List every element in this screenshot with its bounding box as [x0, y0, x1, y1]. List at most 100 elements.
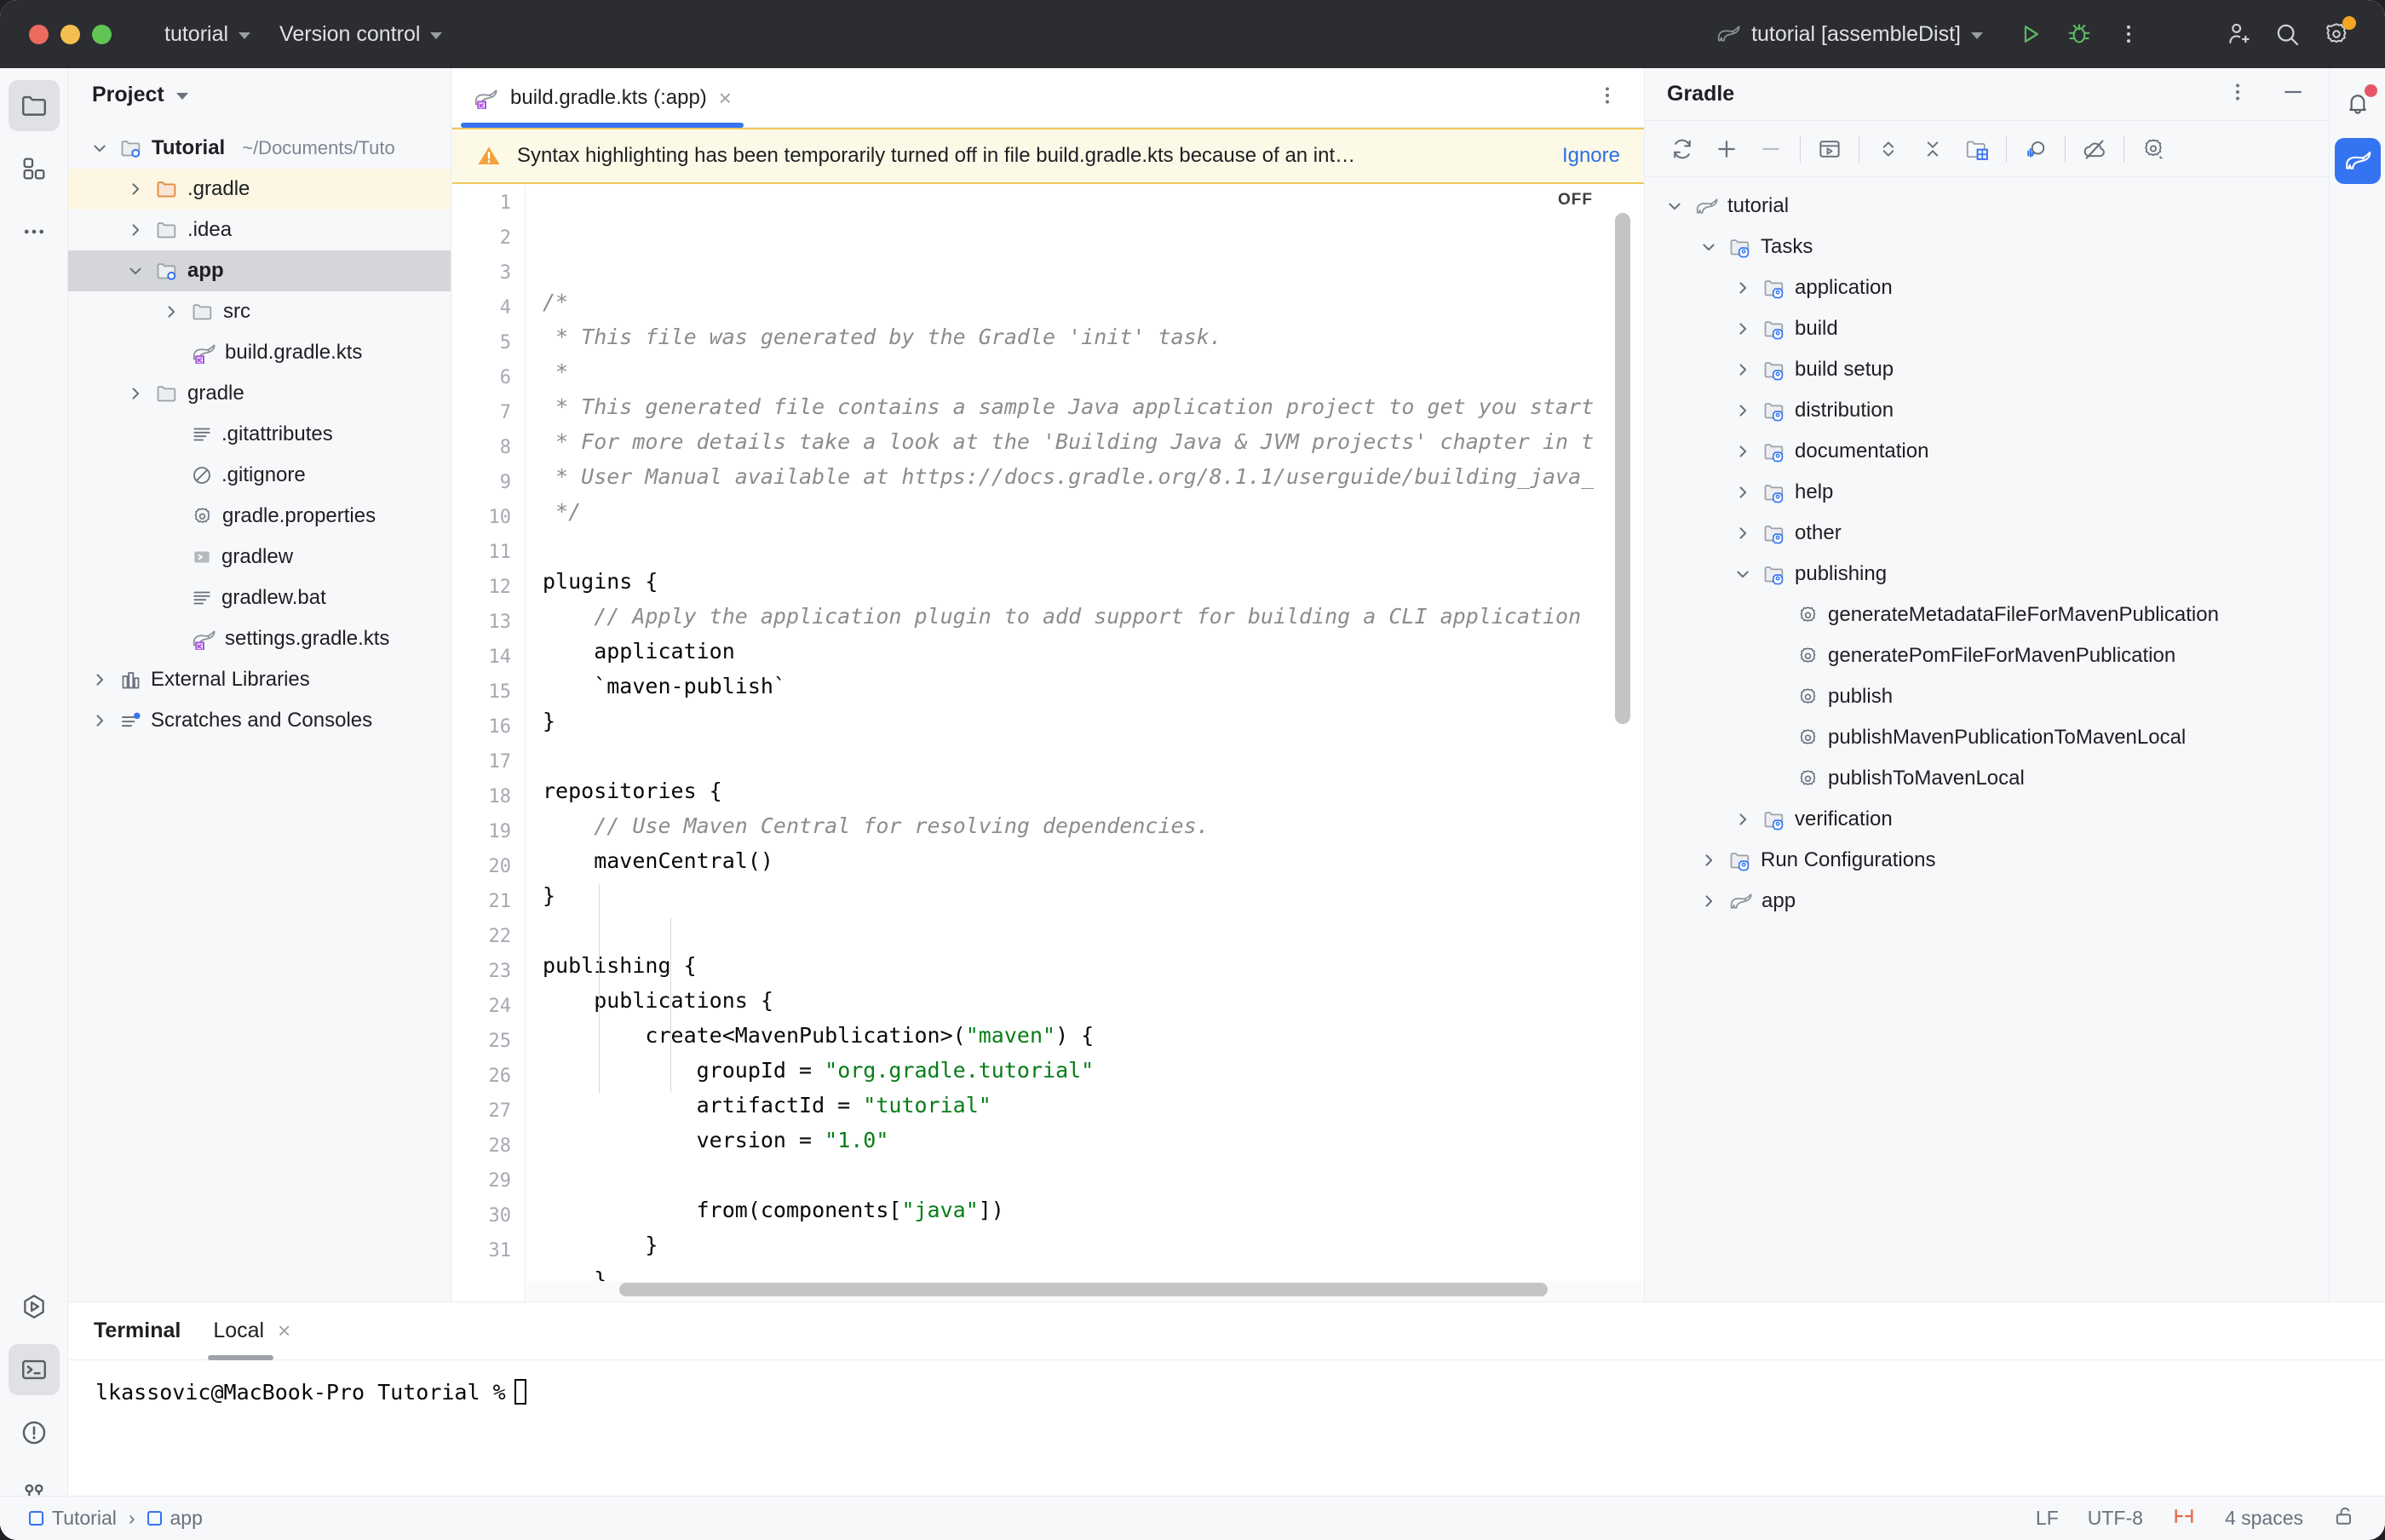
project-tree-item-scratches-and-consoles[interactable]: Scratches and Consoles [68, 700, 451, 741]
unlink-gradle-project-button[interactable] [1749, 127, 1793, 171]
line-separator-status[interactable]: LF [2036, 1507, 2059, 1530]
code-line[interactable]: repositories { [527, 773, 1644, 808]
code-line[interactable]: groupId = "org.gradle.tutorial" [527, 1053, 1644, 1088]
project-tree-item--gitattributes[interactable]: .gitattributes [68, 414, 451, 455]
chevron-right-icon[interactable] [1732, 440, 1754, 463]
chevron-down-icon[interactable] [1732, 563, 1754, 585]
code-line[interactable]: publishing { [527, 948, 1644, 983]
chevron-right-icon[interactable] [89, 669, 111, 691]
chevron-right-icon[interactable] [1698, 890, 1720, 912]
project-tree-item--idea[interactable]: .idea [68, 210, 451, 250]
chevron-right-icon[interactable] [1732, 318, 1754, 340]
code-line[interactable]: // Use Maven Central for resolving depen… [527, 808, 1644, 843]
code-line[interactable]: plugins { [527, 564, 1644, 599]
minimize-window-button[interactable] [60, 24, 80, 44]
toggle-tasks-button[interactable] [2014, 127, 2058, 171]
code-line[interactable] [527, 913, 1644, 948]
chevron-down-icon[interactable] [89, 137, 111, 159]
project-tree-item-gradle[interactable]: gradle [68, 373, 451, 414]
gradle-tree-item-distribution[interactable]: distribution [1645, 390, 2329, 431]
sidebar-item-more-tool-windows[interactable] [9, 206, 60, 257]
breadcrumb-item-tutorial[interactable]: Tutorial [29, 1507, 117, 1530]
ignore-link[interactable]: Ignore [1562, 144, 1620, 168]
project-tree-item-settings-gradle-kts[interactable]: settings.gradle.kts [68, 618, 451, 659]
gradle-tree-item-help[interactable]: help [1645, 472, 2329, 513]
offline-mode-button[interactable] [2072, 127, 2117, 171]
code-line[interactable]: create<MavenPublication>("maven") { [527, 1018, 1644, 1053]
chevron-right-icon[interactable] [89, 710, 111, 732]
code-line[interactable]: * This generated file contains a sample … [527, 389, 1644, 424]
project-tree-item--gradle[interactable]: .gradle [68, 169, 451, 210]
code-line[interactable]: } [527, 704, 1644, 738]
code-line[interactable]: from(components["java"]) [527, 1192, 1644, 1227]
sidebar-item-project[interactable] [8, 80, 60, 131]
chevron-right-icon[interactable] [1732, 808, 1754, 830]
sidebar-item-terminal[interactable] [8, 1344, 60, 1395]
encoding-status[interactable]: UTF-8 [2088, 1507, 2143, 1530]
search-everywhere-button[interactable] [2262, 9, 2312, 59]
gradle-tree-item-verification[interactable]: verification [1645, 799, 2329, 840]
code-line[interactable]: * [527, 354, 1644, 389]
chevron-right-icon[interactable] [160, 301, 182, 323]
gradle-tree-item-generatepomfileformavenpublication[interactable]: generatePomFileForMavenPublication [1645, 635, 2329, 676]
gradle-tree-item-generatemetadatafileformavenpublication[interactable]: generateMetadataFileForMavenPublication [1645, 595, 2329, 635]
terminal-output[interactable]: lkassovic@MacBook-Pro Tutorial % [68, 1360, 2385, 1405]
chevron-down-icon[interactable] [1698, 236, 1720, 258]
gradle-tree-item-publish[interactable]: publish [1645, 676, 2329, 717]
gradle-tree-item-run-configurations[interactable]: Run Configurations [1645, 840, 2329, 881]
more-actions-button[interactable] [2104, 9, 2153, 59]
project-tree-item-external-libraries[interactable]: External Libraries [68, 659, 451, 700]
code-content[interactable]: /* * This file was generated by the Grad… [527, 186, 1644, 1302]
show-module-structure-button[interactable] [1955, 127, 1999, 171]
version-control-menu[interactable]: Version control [279, 22, 443, 47]
project-tree-item--gitignore[interactable]: .gitignore [68, 455, 451, 496]
gradle-tree-item-tasks[interactable]: Tasks [1645, 227, 2329, 267]
code-line[interactable] [527, 738, 1644, 773]
close-icon[interactable]: × [278, 1318, 290, 1344]
chevron-right-icon[interactable] [1698, 849, 1720, 871]
gradle-task-tree[interactable]: tutorial Tasks application build build setup… [1645, 177, 2329, 922]
chevron-down-icon[interactable] [175, 93, 188, 100]
chevron-right-icon[interactable] [124, 382, 147, 405]
chevron-right-icon[interactable] [1732, 359, 1754, 381]
gradle-options-button[interactable] [2227, 79, 2249, 109]
gradle-tree-item-application[interactable]: application [1645, 267, 2329, 308]
code-line[interactable]: `maven-publish` [527, 669, 1644, 704]
gradle-tree-item-publishmavenpublicationtomavenlocal[interactable]: publishMavenPublicationToMavenLocal [1645, 717, 2329, 758]
add-user-button[interactable] [2213, 9, 2262, 59]
expand-all-button[interactable] [1866, 127, 1911, 171]
gradle-settings-button[interactable] [2131, 127, 2175, 171]
gradle-tree-item-build-setup[interactable]: build setup [1645, 349, 2329, 390]
gradle-minimize-button[interactable] [2279, 79, 2307, 109]
tab-build-gradle-kts[interactable]: build.gradle.kts (:app) × [452, 68, 752, 128]
code-line[interactable]: } [527, 878, 1644, 913]
code-line[interactable]: // Apply the application plugin to add s… [527, 599, 1644, 634]
project-tree-item-gradlew-bat[interactable]: gradlew.bat [68, 578, 451, 618]
sidebar-item-commit[interactable] [9, 143, 60, 194]
run-configuration-selector[interactable]: tutorial [assembleDist] [1715, 22, 1983, 47]
settings-button[interactable] [2312, 9, 2361, 59]
editor-horizontal-scrollbar[interactable] [619, 1283, 1548, 1296]
project-tree-item-src[interactable]: src [68, 291, 451, 332]
code-line[interactable]: */ [527, 494, 1644, 529]
code-line[interactable] [527, 1158, 1644, 1192]
link-gradle-project-button[interactable] [1704, 127, 1749, 171]
chevron-right-icon[interactable] [1732, 277, 1754, 299]
code-line[interactable]: mavenCentral() [527, 843, 1644, 878]
close-icon[interactable]: × [719, 87, 732, 109]
project-tree-item-tutorial[interactable]: Tutorial ~/Documents/Tuto [68, 128, 451, 169]
project-tree-item-gradle-properties[interactable]: gradle.properties [68, 496, 451, 537]
gradle-tree-item-publishtomavenlocal[interactable]: publishToMavenLocal [1645, 758, 2329, 799]
code-line[interactable]: /* [527, 284, 1644, 319]
gradle-tool-window-button[interactable] [2334, 138, 2381, 184]
chevron-right-icon[interactable] [1732, 522, 1754, 544]
code-editor[interactable]: 1 2 3 4 5 6 7 8 9 10 11 12 13 14 15 16 17 18 19 20 21 22 23 24 2… [452, 186, 1644, 1302]
chevron-down-icon[interactable] [1664, 195, 1686, 217]
maximize-window-button[interactable] [92, 24, 112, 44]
project-tree-item-app[interactable]: app [68, 250, 451, 291]
code-line[interactable]: application [527, 634, 1644, 669]
chevron-right-icon[interactable] [1732, 481, 1754, 503]
gradle-tree-item-publishing[interactable]: publishing [1645, 554, 2329, 595]
gradle-tree-item-other[interactable]: other [1645, 513, 2329, 554]
code-line[interactable]: * This file was generated by the Gradle … [527, 319, 1644, 354]
